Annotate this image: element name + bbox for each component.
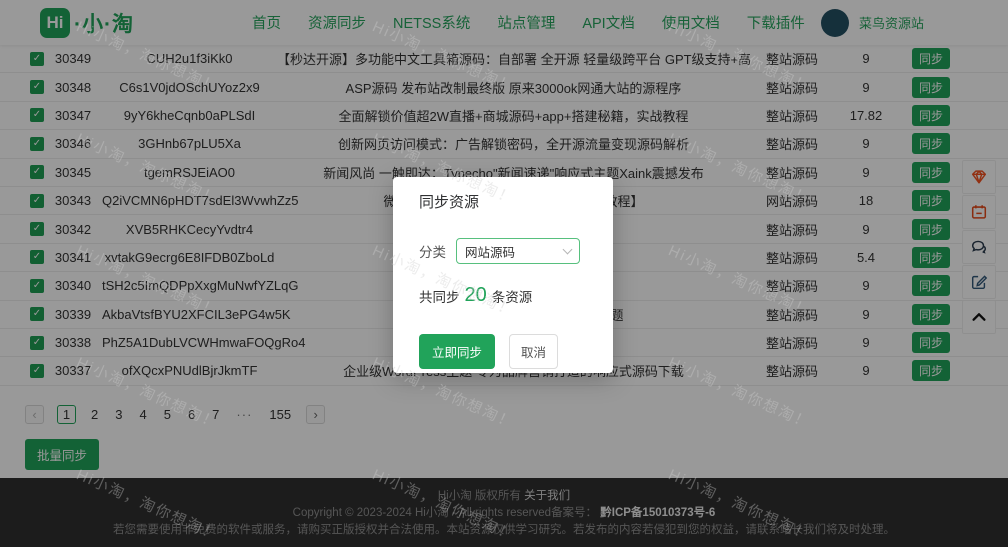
chevron-down-icon bbox=[563, 244, 573, 254]
count-suffix: 条资源 bbox=[492, 286, 533, 306]
cancel-button[interactable]: 取消 bbox=[509, 334, 558, 369]
modal-actions: 立即同步 取消 bbox=[419, 334, 587, 369]
count-prefix: 共同步 bbox=[419, 286, 460, 306]
count-value: 20 bbox=[465, 284, 487, 307]
sync-count-line: 共同步 20 条资源 bbox=[419, 284, 587, 307]
category-select[interactable]: 网站源码 bbox=[456, 238, 580, 264]
confirm-sync-button[interactable]: 立即同步 bbox=[419, 334, 495, 369]
modal-title: 同步资源 bbox=[419, 191, 587, 212]
category-label: 分类 bbox=[419, 241, 446, 261]
sync-resource-modal: 同步资源 分类 网站源码 共同步 20 条资源 立即同步 取消 bbox=[393, 177, 613, 373]
category-selected-value: 网站源码 bbox=[465, 242, 564, 261]
category-form-row: 分类 网站源码 bbox=[419, 238, 587, 264]
